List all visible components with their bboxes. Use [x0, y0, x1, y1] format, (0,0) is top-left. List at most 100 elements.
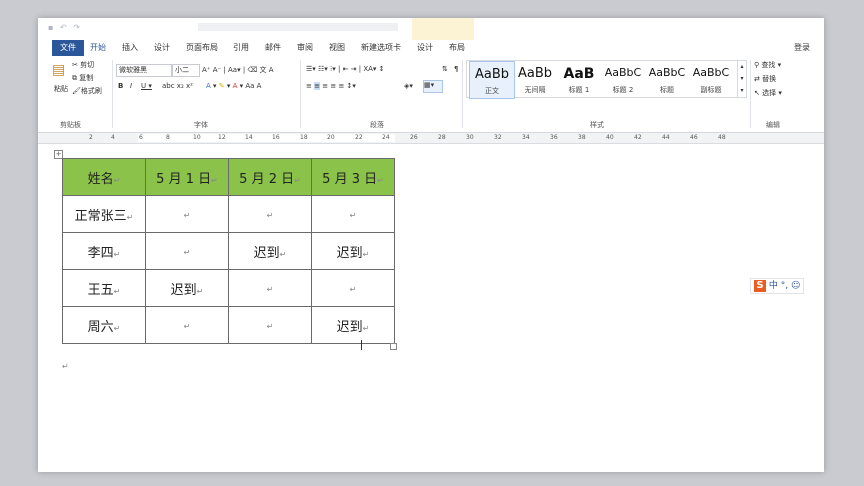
- style-heading-2[interactable]: AaBbC 标题 2: [601, 61, 645, 97]
- cell-text: 王五: [87, 282, 114, 298]
- header-cell-may2[interactable]: 5 月 2 日↵: [228, 158, 312, 196]
- table-resize-handle[interactable]: [390, 343, 397, 350]
- table-cell[interactable]: 王五↵: [62, 269, 146, 307]
- sort-button[interactable]: ⇅: [442, 65, 448, 73]
- table-cell[interactable]: 迟到↵: [228, 232, 312, 270]
- ruler-tick: 16: [272, 134, 280, 141]
- tab-view[interactable]: 视图: [329, 42, 345, 53]
- tab-file[interactable]: 文件: [52, 40, 84, 56]
- group-separator: [750, 60, 751, 128]
- style-no-spacing[interactable]: AaBb 无间隔: [513, 61, 557, 97]
- font-color-controls[interactable]: A ▾ ✎ ▾ A ▾ Aa A: [206, 82, 261, 90]
- ruler-tick: 10: [193, 134, 201, 141]
- ruler-tick: 38: [578, 134, 586, 141]
- tab-references[interactable]: 引用: [233, 42, 249, 53]
- table-cell[interactable]: ↵: [228, 195, 312, 233]
- copy-label: 复制: [79, 74, 94, 82]
- style-name: 副标题: [700, 86, 722, 94]
- copy-button[interactable]: ⧉ 复制: [72, 73, 93, 83]
- style-subtitle[interactable]: AaBbC 副标题: [689, 61, 733, 97]
- style-heading-1[interactable]: AaB 标题 1: [557, 61, 601, 97]
- style-sample: AaB: [563, 66, 595, 82]
- show-marks-button[interactable]: ¶: [454, 65, 458, 73]
- font-size-box[interactable]: 小二: [172, 64, 200, 77]
- shading-button[interactable]: ◈▾: [404, 82, 413, 90]
- table-cell[interactable]: ↵: [228, 269, 312, 307]
- ruler-tick: 48: [718, 134, 726, 141]
- font-size-controls[interactable]: A⁺ A⁻ | Aa▾ | ⌫ 文 A: [202, 65, 274, 75]
- tab-review[interactable]: 审阅: [297, 42, 313, 53]
- header-cell-may3[interactable]: 5 月 3 日↵: [311, 158, 395, 196]
- table-cell[interactable]: 正常张三↵: [62, 195, 146, 233]
- tab-table-design[interactable]: 设计: [417, 42, 433, 53]
- ribbon-tabs: 文件 开始 插入 设计 页面布局 引用 邮件 审阅 视图 新建选项卡 设计 布局…: [38, 40, 824, 56]
- style-name: 标题: [660, 86, 674, 94]
- table-cell[interactable]: ↵: [228, 306, 312, 344]
- strikethrough-button[interactable]: abc x₂ x²: [162, 82, 193, 90]
- style-normal[interactable]: AaBb 正文: [469, 61, 515, 99]
- login-link[interactable]: 登录: [794, 42, 810, 53]
- replace-button[interactable]: ⇄ 替换: [754, 74, 776, 84]
- find-label: 查找: [761, 61, 776, 69]
- cut-label: 剪切: [80, 61, 95, 69]
- table-cell[interactable]: 迟到↵: [311, 306, 395, 344]
- ruler-tick: 12: [218, 134, 226, 141]
- table-cell[interactable]: 李四↵: [62, 232, 146, 270]
- cell-text: 李四: [87, 245, 114, 261]
- sort-icon: ⇅: [442, 65, 448, 73]
- list-controls[interactable]: ☰▾ ☷▾ ⁝▾ | ⇤ ⇥ | ⅩA▾ ↕: [306, 65, 385, 73]
- style-sample: AaBb: [474, 67, 510, 82]
- tab-insert[interactable]: 插入: [122, 42, 138, 53]
- attendance-table[interactable]: 姓名↵ 5 月 1 日↵ 5 月 2 日↵ 5 月 3 日↵ 正常张三↵ ↵ ↵…: [62, 158, 395, 344]
- ime-toolbar[interactable]: S 中 °, ☺: [750, 278, 805, 294]
- styles-scroll[interactable]: ▴ ▾ ▾: [737, 60, 747, 98]
- tab-home[interactable]: 开始: [90, 42, 106, 53]
- shading-icon: ◈: [404, 82, 410, 90]
- tab-design[interactable]: 设计: [154, 42, 170, 53]
- replace-label: 替换: [762, 75, 777, 83]
- horizontal-ruler[interactable]: 2 4 6 8 10 12 14 16 18 20 22 24 26 28 30…: [38, 133, 824, 144]
- document-page[interactable]: + 姓名↵ 5 月 1 日↵ 5 月 2 日↵ 5 月 3 日↵ 正常张三↵ ↵…: [38, 144, 824, 472]
- paste-icon[interactable]: ▤: [52, 62, 65, 78]
- table-cell[interactable]: ↵: [311, 195, 395, 233]
- ruler-tick: 6: [139, 134, 143, 141]
- paste-button[interactable]: 粘贴: [54, 84, 68, 94]
- table-cell[interactable]: 迟到↵: [145, 269, 229, 307]
- italic-button[interactable]: I: [130, 82, 132, 90]
- style-sample: AaBbC: [648, 66, 686, 79]
- tab-mailings[interactable]: 邮件: [265, 42, 281, 53]
- cell-text: 迟到: [336, 319, 363, 335]
- header-cell-may1[interactable]: 5 月 1 日↵: [145, 158, 229, 196]
- table-cell[interactable]: ↵: [145, 195, 229, 233]
- font-name-box[interactable]: 微软雅黑: [116, 64, 172, 77]
- format-painter-button[interactable]: 🖌格式刷: [72, 86, 102, 96]
- table-cell[interactable]: 周六↵: [62, 306, 146, 344]
- cell-text: 迟到: [336, 245, 363, 261]
- style-title[interactable]: AaBbC 标题: [645, 61, 689, 97]
- table-cell[interactable]: ↵: [145, 232, 229, 270]
- table-cell[interactable]: 迟到↵: [311, 232, 395, 270]
- tab-table-layout[interactable]: 布局: [449, 42, 465, 53]
- sogou-logo-icon: S: [754, 279, 766, 292]
- table-cell[interactable]: ↵: [145, 306, 229, 344]
- alignment-controls[interactable]: ≡ ≡ ≡ ≡ ≡ ↕▾: [306, 82, 356, 90]
- cut-button[interactable]: ✂ 剪切: [72, 60, 94, 70]
- quick-access-toolbar[interactable]: ▪ ↶ ↷: [48, 23, 108, 32]
- borders-button[interactable]: ▦▾: [423, 80, 443, 93]
- bold-button[interactable]: B: [118, 82, 123, 90]
- text-effects-icon: A: [206, 82, 211, 90]
- ime-mode[interactable]: 中: [769, 281, 778, 291]
- underline-button[interactable]: U ▾: [141, 82, 152, 90]
- group-separator: [112, 60, 113, 128]
- copy-icon: ⧉: [72, 74, 77, 82]
- word-window: ▪ ↶ ↷ 文件 开始 插入 设计 页面布局 引用 邮件 审阅 视图 新建选项卡…: [38, 18, 824, 472]
- tab-page-layout[interactable]: 页面布局: [186, 42, 218, 53]
- select-button[interactable]: ↖ 选择 ▾: [754, 88, 782, 98]
- header-cell-name[interactable]: 姓名↵: [62, 158, 146, 196]
- font-color-icon: A: [232, 82, 238, 90]
- table-cell[interactable]: ↵: [311, 269, 395, 307]
- ruler-tick: 22: [355, 134, 363, 141]
- tab-new-tab[interactable]: 新建选项卡: [361, 42, 401, 53]
- find-button[interactable]: ⚲ 查找 ▾: [754, 60, 781, 70]
- ruler-tick: 2: [89, 134, 93, 141]
